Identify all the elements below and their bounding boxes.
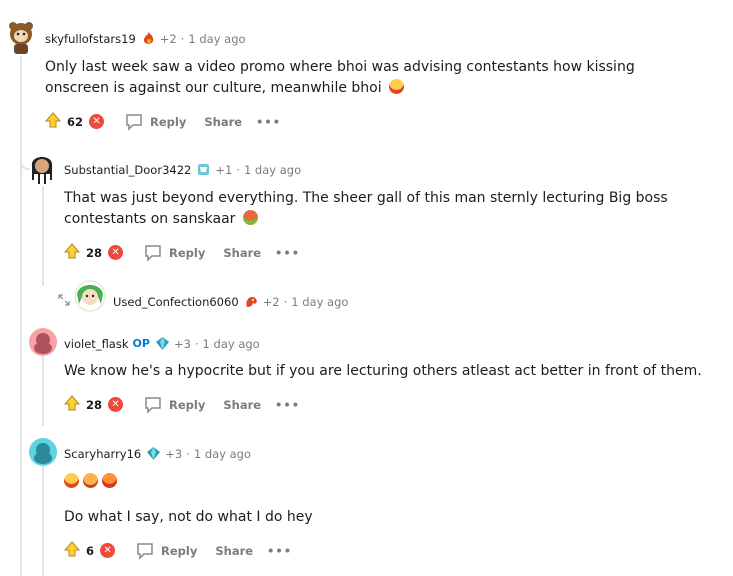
comment-meta: Used_Confection6060 +2 · 1 day ago: [113, 294, 348, 309]
separator: ·: [180, 31, 185, 46]
crystal-flair-icon: [155, 336, 170, 351]
emoji-row: [64, 473, 117, 488]
flame-flair-icon: [141, 31, 156, 46]
comment-body: We know he's a hypocrite but if you are …: [64, 361, 704, 382]
award-count: +3: [173, 336, 191, 351]
username[interactable]: violet_flask: [64, 337, 129, 351]
comment-actions: 62 ✕ Reply Share •••: [44, 112, 281, 131]
comment-meta: skyfullofstars19 +2 · 1 day ago: [45, 31, 246, 46]
more-options-icon[interactable]: •••: [267, 544, 292, 558]
username[interactable]: Used_Confection6060: [113, 295, 239, 309]
share-button[interactable]: Share: [198, 115, 242, 129]
downvote-icon[interactable]: ✕: [108, 397, 124, 412]
upvote-icon[interactable]: [63, 243, 81, 262]
thread-line[interactable]: [42, 186, 44, 286]
comment-body: That was just beyond everything. The she…: [64, 188, 684, 230]
comment-body: Only last week saw a video promo where b…: [45, 57, 685, 99]
avatar[interactable]: [7, 20, 35, 54]
avatar[interactable]: [28, 150, 56, 184]
share-button[interactable]: Share: [217, 246, 261, 260]
thread-line[interactable]: [42, 356, 44, 426]
reply-icon: [137, 542, 153, 560]
separator: ·: [236, 162, 240, 177]
vote-count: 6: [86, 543, 95, 558]
trophy-flair-icon: [196, 162, 211, 177]
more-options-icon[interactable]: •••: [275, 398, 300, 412]
expand-icon[interactable]: [57, 292, 71, 306]
downvote-icon[interactable]: ✕: [89, 114, 105, 129]
reply-label: Reply: [161, 543, 198, 558]
laughing-emoji-icon: [389, 79, 405, 94]
vote-count: 28: [86, 245, 103, 260]
comment-text: We know he's a hypocrite but if you are …: [64, 363, 702, 379]
reply-icon: [126, 113, 142, 131]
avatar[interactable]: [29, 438, 57, 466]
squirrel-flair-icon: [244, 294, 259, 309]
share-button[interactable]: Share: [217, 398, 261, 412]
separator: ·: [186, 446, 190, 461]
thread-line[interactable]: [42, 466, 44, 576]
timestamp[interactable]: 1 day ago: [203, 337, 260, 351]
share-label: Share: [204, 114, 243, 129]
timestamp[interactable]: 1 day ago: [194, 447, 251, 461]
laughing-emoji-icon: [64, 473, 79, 488]
comment-text: Do what I say, not do what I do hey: [64, 509, 313, 525]
avatar[interactable]: [29, 328, 57, 356]
reply-label: Reply: [150, 114, 187, 129]
reply-icon: [145, 244, 161, 262]
share-label: Share: [223, 245, 262, 260]
award-count: +3: [165, 446, 183, 461]
timestamp[interactable]: 1 day ago: [244, 163, 301, 177]
reply-button[interactable]: Reply: [124, 113, 186, 131]
comment-meta: Substantial_Door3422 +1 · 1 day ago: [64, 162, 301, 177]
award-count: +1: [215, 162, 233, 177]
reply-icon: [145, 396, 161, 414]
worried-emoji-icon: [83, 473, 98, 488]
more-options-icon[interactable]: •••: [275, 246, 300, 260]
username[interactable]: skyfullofstars19: [45, 32, 136, 46]
reply-label: Reply: [169, 245, 206, 260]
reply-button[interactable]: Reply: [135, 542, 197, 560]
separator: ·: [194, 336, 199, 351]
upvote-icon[interactable]: [63, 395, 81, 414]
username[interactable]: Scaryharry16: [64, 447, 141, 461]
thread-line[interactable]: [20, 56, 22, 576]
downvote-icon[interactable]: ✕: [108, 245, 124, 260]
reply-button[interactable]: Reply: [143, 396, 205, 414]
more-options-icon[interactable]: •••: [256, 115, 281, 129]
comment-text: That was just beyond everything. The she…: [64, 190, 668, 227]
reply-button[interactable]: Reply: [143, 244, 205, 262]
separator: ·: [283, 294, 288, 309]
award-count: +2: [262, 294, 280, 309]
comment-actions: 6 ✕ Reply Share •••: [63, 541, 292, 560]
comment-actions: 28 ✕ Reply Share •••: [63, 395, 300, 414]
upvote-icon[interactable]: [44, 112, 62, 131]
reply-label: Reply: [169, 397, 206, 412]
smiling-emoji-icon: [102, 473, 117, 488]
upvote-icon[interactable]: [63, 541, 81, 560]
op-badge: OP: [132, 337, 150, 350]
award-count: +2: [159, 31, 177, 46]
comment-meta: Scaryharry16 +3 · 1 day ago: [64, 446, 251, 461]
vote-count: 62: [67, 114, 84, 129]
share-label: Share: [215, 543, 254, 558]
vote-count: 28: [86, 397, 103, 412]
timestamp[interactable]: 1 day ago: [291, 295, 348, 309]
username[interactable]: Substantial_Door3422: [64, 163, 191, 177]
share-button[interactable]: Share: [209, 544, 253, 558]
downvote-icon[interactable]: ✕: [100, 543, 116, 558]
comment-text: Only last week saw a video promo where b…: [45, 59, 635, 96]
share-label: Share: [223, 397, 262, 412]
crystal-flair-icon: [146, 446, 161, 461]
timestamp[interactable]: 1 day ago: [188, 32, 245, 46]
nauseated-emoji-icon: [242, 210, 258, 225]
comment-meta: violet_flask OP +3 · 1 day ago: [64, 336, 260, 351]
comment-body: Do what I say, not do what I do hey: [64, 507, 704, 528]
avatar[interactable]: [74, 280, 106, 314]
comment-actions: 28 ✕ Reply Share •••: [63, 243, 300, 262]
